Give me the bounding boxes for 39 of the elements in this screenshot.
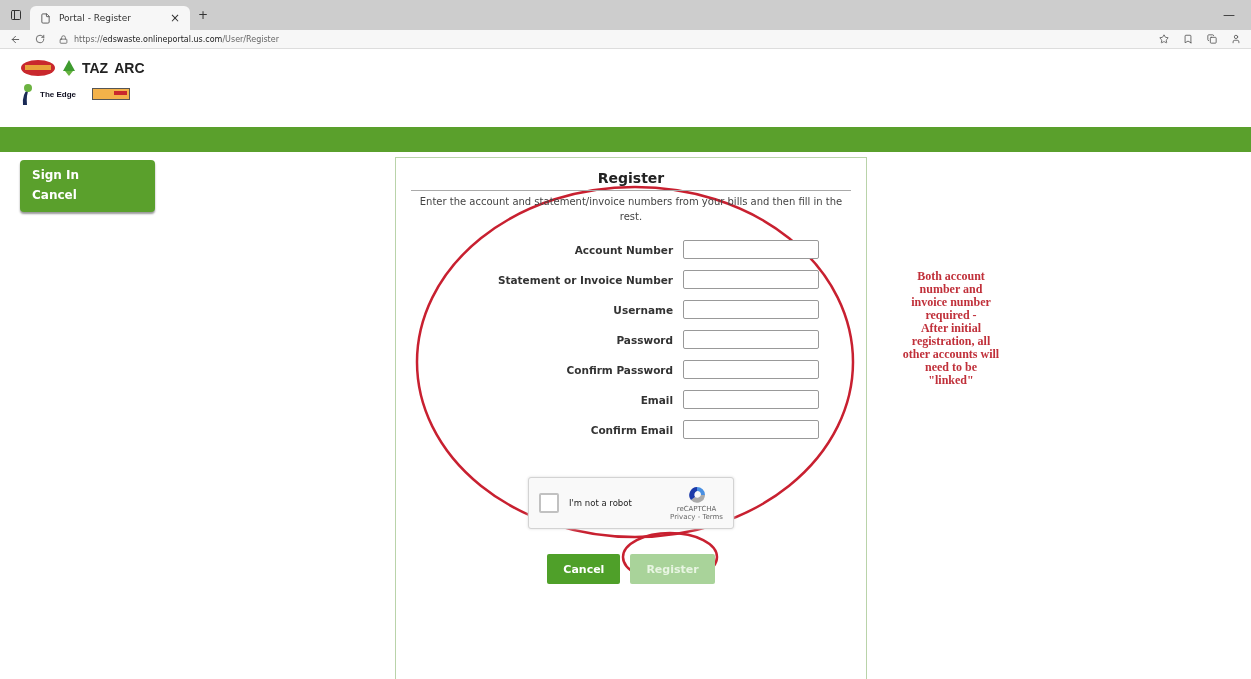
field-label: Statement or Invoice Number (497, 273, 674, 286)
field-label: Email (639, 393, 674, 406)
logo-text: The Edge (40, 89, 76, 99)
logo-text: TAZ (82, 60, 109, 76)
banner-logo (92, 88, 130, 100)
refresh-icon[interactable] (35, 34, 45, 44)
new-tab-button[interactable]: + (198, 8, 209, 22)
menu-link[interactable]: Sign In (32, 165, 143, 185)
input-field[interactable] (683, 240, 820, 259)
minimize-button[interactable]: — (1223, 8, 1235, 22)
annotation-note: Both account number and invoice number required - After initial registration, all other accounts will need to be "linked" (901, 270, 1001, 389)
favorites-icon[interactable] (1183, 34, 1193, 44)
address-field[interactable]: https://edswaste.onlineportal.us.com/User/Register (74, 34, 279, 44)
field-label: Confirm Password (565, 363, 674, 376)
field-label: Confirm Email (589, 423, 674, 436)
browser-tab[interactable]: Portal - Register × (30, 6, 190, 30)
input-field[interactable] (683, 360, 820, 379)
recaptcha-icon (686, 485, 707, 505)
page-icon (40, 12, 51, 24)
form-title: Register (597, 170, 665, 186)
captcha-checkbox[interactable] (539, 493, 559, 513)
menu-link[interactable]: Cancel (32, 185, 143, 205)
field-label: Password (615, 333, 674, 346)
collections-icon[interactable] (1207, 34, 1217, 44)
field-label: Username (612, 303, 674, 316)
input-field[interactable] (683, 420, 820, 439)
cancel-button[interactable]: Cancel (547, 554, 621, 584)
oval-logo (20, 59, 56, 77)
lock-icon[interactable] (59, 34, 68, 44)
logo-text: ARC (114, 60, 145, 76)
input-field[interactable] (683, 390, 820, 409)
field-label: Account Number (573, 243, 674, 256)
profile-icon[interactable] (1231, 34, 1241, 44)
input-field[interactable] (683, 330, 820, 349)
input-field[interactable] (683, 270, 820, 289)
star-icon[interactable] (1159, 34, 1169, 44)
captcha-label: I'm not a robot (569, 498, 633, 508)
back-icon[interactable] (10, 33, 21, 45)
input-field[interactable] (683, 300, 820, 319)
